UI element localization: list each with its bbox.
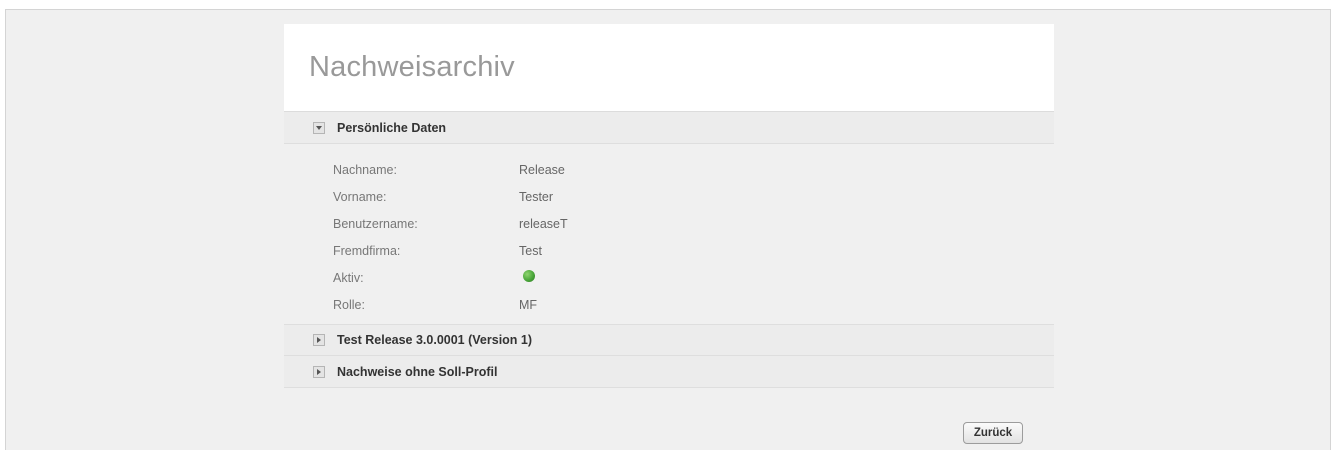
collapse-triangle-icon[interactable] (313, 121, 325, 134)
field-value (519, 270, 535, 285)
title-box: Nachweisarchiv (284, 24, 1054, 112)
field-label: Nachname: (333, 162, 397, 177)
section-title-nachweise: Nachweise ohne Soll-Profil (337, 364, 498, 379)
field-row-nachname: Nachname: Release (284, 156, 1054, 183)
field-label: Fremdfirma: (333, 243, 401, 258)
field-label: Vorname: (333, 189, 387, 204)
active-status-dot-icon (523, 270, 535, 282)
field-value: releaseT (519, 216, 568, 231)
field-row-rolle: Rolle: MF (284, 291, 1054, 318)
expand-triangle-icon[interactable] (313, 365, 325, 378)
page-title: Nachweisarchiv (309, 51, 515, 83)
page-frame: Nachweisarchiv Persönliche Daten Nachnam… (5, 9, 1331, 450)
back-button[interactable]: Zurück (963, 422, 1023, 444)
section-header-nachweise[interactable]: Nachweise ohne Soll-Profil (284, 356, 1054, 388)
field-value: Test (519, 243, 542, 258)
section-title-release: Test Release 3.0.0001 (Version 1) (337, 333, 533, 347)
section-title-personal: Persönliche Daten (337, 120, 447, 135)
field-row-aktiv: Aktiv: (284, 264, 1054, 291)
field-label: Rolle: (333, 297, 365, 312)
field-value: MF (519, 297, 538, 312)
field-label: Aktiv: (333, 270, 364, 285)
field-label: Benutzername: (333, 216, 418, 231)
personal-details: Nachname: Release Vorname: Tester Benutz… (284, 144, 1054, 324)
field-value: Release (519, 162, 565, 177)
field-row-benutzername: Benutzername: releaseT (284, 210, 1054, 237)
field-row-vorname: Vorname: Tester (284, 183, 1054, 210)
field-row-fremdfirma: Fremdfirma: Test (284, 237, 1054, 264)
field-value: Tester (519, 189, 554, 204)
section-header-personal[interactable]: Persönliche Daten (284, 112, 1054, 144)
section-header-release[interactable]: Test Release 3.0.0001 (Version 1) (284, 324, 1054, 356)
archive-panel: Nachweisarchiv Persönliche Daten Nachnam… (284, 24, 1054, 388)
expand-triangle-icon[interactable] (313, 334, 325, 346)
